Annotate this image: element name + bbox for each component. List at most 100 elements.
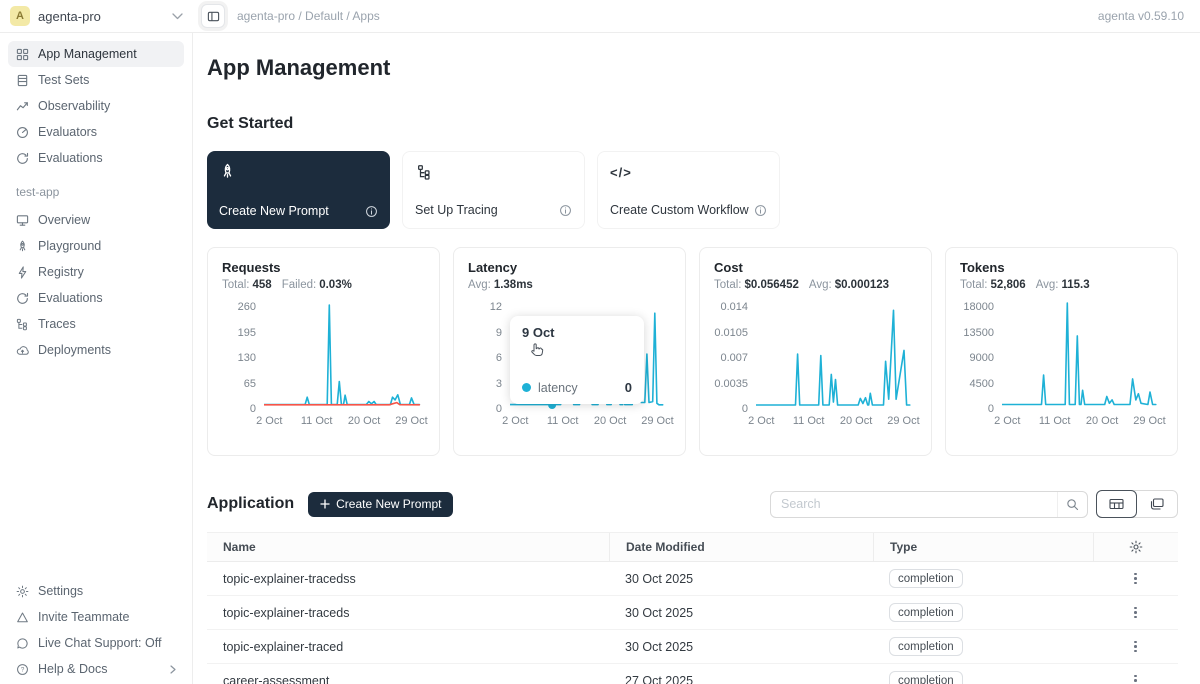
create-custom-workflow-card[interactable]: </> Create Custom Workflow bbox=[597, 151, 780, 229]
sidebar-item-settings[interactable]: Settings bbox=[8, 578, 184, 604]
app-type-badge: completion bbox=[889, 603, 963, 622]
sidebar-item-deployments[interactable]: Deployments bbox=[8, 337, 184, 363]
sidebar-item-label: Registry bbox=[38, 265, 84, 279]
info-icon[interactable] bbox=[754, 204, 767, 217]
help-circle-icon: ? bbox=[16, 663, 29, 676]
requests-sparkline bbox=[264, 299, 422, 411]
search-box bbox=[770, 491, 1088, 518]
sidebar: App Management Test Sets Observability E… bbox=[0, 33, 193, 684]
breadcrumb[interactable]: agenta-pro / Default / Apps bbox=[237, 9, 380, 23]
chevron-right-icon bbox=[170, 665, 176, 674]
chevron-down-icon bbox=[172, 13, 183, 20]
chart-stats: Total:$0.056452 Avg:$0.000123 bbox=[714, 279, 917, 291]
search-input[interactable] bbox=[771, 497, 1057, 511]
chart-stats: Total:52,806 Avg:115.3 bbox=[960, 279, 1163, 291]
row-menu-icon[interactable] bbox=[1134, 675, 1137, 684]
info-icon[interactable] bbox=[559, 204, 572, 217]
y-axis-labels: 1800013500900045000 bbox=[960, 299, 1002, 411]
table-settings-gear-icon[interactable] bbox=[1093, 533, 1178, 561]
card-view-button[interactable] bbox=[1136, 491, 1177, 517]
sidebar-item-app-evaluations[interactable]: Evaluations bbox=[8, 285, 184, 311]
lightning-icon bbox=[16, 266, 29, 279]
workspace-name: agenta-pro bbox=[38, 9, 101, 24]
application-header: Application Create New Prompt bbox=[207, 490, 1178, 518]
table-row[interactable]: topic-explainer-traceds 30 Oct 2025 comp… bbox=[207, 596, 1178, 630]
table-row[interactable]: topic-explainer-tracedss 30 Oct 2025 com… bbox=[207, 562, 1178, 596]
y-axis-labels: 260195130650 bbox=[222, 299, 264, 411]
info-icon[interactable] bbox=[365, 205, 378, 218]
sidebar-footer: Settings Invite Teammate Live Chat Suppo… bbox=[0, 578, 192, 684]
column-header-type[interactable]: Type bbox=[873, 533, 1093, 561]
table-view-icon bbox=[1109, 498, 1124, 510]
sidebar-item-label: Playground bbox=[38, 239, 101, 253]
plus-icon bbox=[320, 499, 330, 509]
card-label: Create Custom Workflow bbox=[610, 203, 749, 217]
get-started-cards: Create New Prompt Set Up Tracing </> Cre… bbox=[207, 151, 1178, 229]
table-row[interactable]: topic-explainer-traced 30 Oct 2025 compl… bbox=[207, 630, 1178, 664]
test-sets-icon bbox=[16, 74, 29, 87]
sidebar-item-test-sets[interactable]: Test Sets bbox=[8, 67, 184, 93]
column-header-name[interactable]: Name bbox=[207, 540, 609, 554]
app-date-modified: 30 Oct 2025 bbox=[609, 606, 873, 620]
x-axis-labels: 2 Oct11 Oct20 Oct29 Oct bbox=[756, 415, 914, 431]
sidebar-item-label: Help & Docs bbox=[38, 662, 107, 676]
sidebar-item-evaluations[interactable]: Evaluations bbox=[8, 145, 184, 171]
app-name: topic-explainer-traceds bbox=[207, 606, 609, 620]
requests-chart-card: Requests Total:458 Failed:0.03% 26019513… bbox=[207, 247, 440, 456]
chart-title: Requests bbox=[222, 260, 425, 275]
row-menu-icon[interactable] bbox=[1134, 573, 1137, 585]
sidebar-item-traces[interactable]: Traces bbox=[8, 311, 184, 337]
sidebar-item-registry[interactable]: Registry bbox=[8, 259, 184, 285]
app-date-modified: 30 Oct 2025 bbox=[609, 572, 873, 586]
monitor-icon bbox=[16, 214, 29, 227]
workspace-selector[interactable]: A agenta-pro bbox=[0, 6, 193, 26]
sidebar-item-overview[interactable]: Overview bbox=[8, 207, 184, 233]
row-menu-icon[interactable] bbox=[1134, 641, 1137, 653]
sidebar-item-label: Deployments bbox=[38, 343, 111, 357]
sidebar-item-label: Observability bbox=[38, 99, 110, 113]
chart-title: Tokens bbox=[960, 260, 1163, 275]
refresh-circle-icon bbox=[16, 292, 29, 305]
sidebar-item-observability[interactable]: Observability bbox=[8, 93, 184, 119]
sidebar-item-playground[interactable]: Playground bbox=[8, 233, 184, 259]
sidebar-item-live-chat[interactable]: Live Chat Support: Off bbox=[8, 630, 184, 656]
set-up-tracing-card[interactable]: Set Up Tracing bbox=[402, 151, 585, 229]
sidebar-collapse-button[interactable] bbox=[201, 4, 225, 28]
series-dot bbox=[522, 383, 531, 392]
sidebar-item-app-management[interactable]: App Management bbox=[8, 41, 184, 67]
sidebar-item-help-docs[interactable]: ? Help & Docs bbox=[8, 656, 184, 682]
card-label: Create New Prompt bbox=[219, 204, 329, 218]
workspace-avatar: A bbox=[10, 6, 30, 26]
app-type-badge: completion bbox=[889, 637, 963, 656]
chart-title: Cost bbox=[714, 260, 917, 275]
tokens-sparkline bbox=[1002, 299, 1160, 411]
create-new-prompt-card[interactable]: Create New Prompt bbox=[207, 151, 390, 229]
sidebar-item-label: Invite Teammate bbox=[38, 610, 129, 624]
sidebar-item-invite-teammate[interactable]: Invite Teammate bbox=[8, 604, 184, 630]
panel-left-icon bbox=[207, 10, 220, 23]
app-section-label: test-app bbox=[16, 185, 192, 199]
table-row[interactable]: career-assessment 27 Oct 2025 completion bbox=[207, 664, 1178, 684]
line-chart-icon bbox=[16, 100, 29, 113]
search-icon[interactable] bbox=[1057, 492, 1087, 517]
app-date-modified: 27 Oct 2025 bbox=[609, 674, 873, 684]
column-header-date-modified[interactable]: Date Modified bbox=[609, 533, 873, 561]
app-type-badge: completion bbox=[889, 569, 963, 588]
view-toggle bbox=[1096, 490, 1178, 518]
table-view-button[interactable] bbox=[1096, 490, 1137, 518]
row-menu-icon[interactable] bbox=[1134, 607, 1137, 619]
cost-sparkline bbox=[756, 299, 914, 411]
sidebar-item-evaluators[interactable]: Evaluators bbox=[8, 119, 184, 145]
tracing-tree-icon bbox=[415, 164, 572, 180]
app-name: topic-explainer-tracedss bbox=[207, 572, 609, 586]
tokens-chart-card: Tokens Total:52,806 Avg:115.3 1800013500… bbox=[945, 247, 1178, 456]
sidebar-item-label: Test Sets bbox=[38, 73, 89, 87]
create-new-prompt-button[interactable]: Create New Prompt bbox=[308, 492, 453, 517]
app-name: topic-explainer-traced bbox=[207, 640, 609, 654]
applications-table: Name Date Modified Type topic-explainer-… bbox=[207, 532, 1178, 684]
x-axis-labels: 2 Oct11 Oct20 Oct29 Oct bbox=[264, 415, 422, 431]
y-axis-labels: 0.0140.01050.0070.00350 bbox=[714, 299, 756, 411]
tooltip-series-name: latency bbox=[538, 381, 578, 395]
app-type-badge: completion bbox=[889, 671, 963, 684]
app-date-modified: 30 Oct 2025 bbox=[609, 640, 873, 654]
